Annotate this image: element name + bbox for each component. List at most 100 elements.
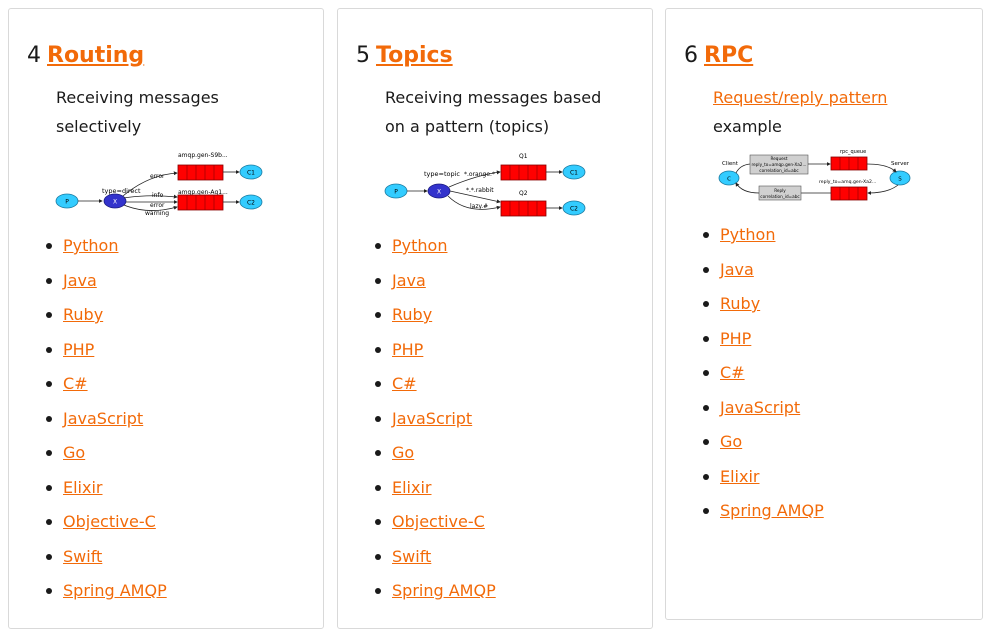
bullet	[375, 381, 381, 387]
language-link[interactable]: Elixir	[63, 478, 103, 498]
exchange-label: X	[437, 189, 441, 196]
tutorial-card-topics: 5 Topics Receiving messages based on a pa…	[337, 8, 653, 629]
request-label: Request	[770, 156, 787, 161]
bullet	[703, 439, 709, 445]
bullet	[375, 312, 381, 318]
language-link[interactable]: Java	[720, 260, 754, 280]
language-link[interactable]: Spring AMQP	[720, 501, 824, 521]
language-link[interactable]: Go	[392, 443, 414, 463]
bullet	[375, 519, 381, 525]
tutorial-description: Request/reply pattern example	[713, 83, 887, 141]
language-link[interactable]: Ruby	[392, 305, 432, 325]
request-reply-pattern-link[interactable]: Request/reply pattern	[713, 88, 887, 107]
language-link[interactable]: Elixir	[392, 478, 432, 498]
language-link[interactable]: Java	[392, 271, 426, 291]
queue-name-label: amqp.gen-S9b...	[178, 152, 228, 159]
language-link[interactable]: Swift	[63, 547, 102, 567]
bullet	[375, 450, 381, 456]
language-link[interactable]: Spring AMQP	[392, 581, 496, 601]
language-link[interactable]: Python	[392, 236, 447, 256]
tutorial-title-link[interactable]: Topics	[376, 43, 453, 68]
tutorial-card-rpc: 6 RPC Request/reply pattern example Clien…	[665, 8, 983, 620]
bullet	[46, 519, 52, 525]
language-link[interactable]: Elixir	[720, 467, 760, 487]
bullet	[703, 335, 709, 342]
tutorial-title-link[interactable]: Routing	[47, 43, 144, 68]
description-line: on a pattern (topics)	[385, 117, 550, 136]
bullet	[703, 266, 709, 273]
tutorial-title-link[interactable]: RPC	[704, 43, 753, 68]
binding-key-label: *.*.rabbit	[466, 187, 494, 194]
queue-1	[500, 164, 547, 181]
description-line: selectively	[56, 117, 142, 136]
card-title: 4 Routing	[27, 43, 144, 68]
language-link[interactable]: C#	[720, 363, 745, 383]
reply-queue	[830, 186, 868, 201]
bullet	[375, 243, 381, 249]
language-link[interactable]: Objective-C	[392, 512, 485, 532]
description-line: Receiving messages	[56, 88, 219, 107]
bullet	[46, 415, 52, 422]
language-link[interactable]: Ruby	[63, 305, 103, 325]
language-link[interactable]: Go	[63, 443, 85, 463]
bullet	[46, 484, 52, 491]
exchange-type-label: type=direct	[102, 187, 141, 195]
language-link[interactable]: C#	[63, 374, 88, 394]
request-message-box: Request reply_to=amqp.gen-Xa2... correla…	[749, 154, 809, 175]
bullet	[375, 346, 381, 353]
language-link[interactable]: Python	[63, 236, 118, 256]
consumer-label: C1	[570, 170, 578, 177]
language-link[interactable]: C#	[392, 374, 417, 394]
producer-label: P	[65, 199, 69, 206]
reply-queue-label: reply_to=amq.gen-Xa2...	[819, 179, 876, 185]
language-link[interactable]: Python	[720, 225, 775, 245]
server-node-label: S	[898, 177, 902, 183]
routing-diagram: P X type=direct error info error warning…	[55, 152, 263, 217]
queue-name-label: Q2	[519, 190, 528, 197]
rpc-queue-label: rpc_queue	[840, 149, 866, 155]
tutorial-number: 5	[356, 43, 370, 68]
description-line: Receiving messages based	[385, 88, 602, 107]
language-link[interactable]: PHP	[720, 329, 751, 349]
language-link[interactable]: PHP	[392, 340, 423, 360]
binding-key-label: info	[152, 192, 164, 199]
queue-1	[177, 164, 224, 181]
request-reply-to: reply_to=amqp.gen-Xa2...	[752, 162, 807, 167]
bullet	[703, 370, 709, 376]
bullet	[703, 473, 709, 480]
bullet	[703, 301, 709, 307]
description-line: example	[713, 117, 782, 136]
bullet	[46, 277, 52, 284]
client-node-label: C	[727, 177, 731, 183]
language-link[interactable]: Spring AMQP	[63, 581, 167, 601]
binding-key-label: lazy.#	[470, 203, 488, 210]
topics-diagram: P X type=topic *.orange.* *.*.rabbit laz…	[384, 153, 586, 217]
tutorial-number: 4	[27, 43, 41, 68]
language-link[interactable]: JavaScript	[720, 398, 800, 418]
language-link[interactable]: Objective-C	[63, 512, 156, 532]
rpc-queue	[830, 156, 868, 171]
bullet	[375, 588, 381, 594]
bullet	[46, 312, 52, 318]
server-label: Server	[891, 161, 910, 167]
bullet	[46, 381, 52, 387]
language-link[interactable]: Java	[63, 271, 97, 291]
client-label: Client	[722, 161, 739, 167]
language-link[interactable]: PHP	[63, 340, 94, 360]
bullet	[703, 508, 709, 514]
bullet	[375, 415, 381, 422]
bullet	[375, 484, 381, 491]
bullet	[46, 553, 52, 560]
language-link[interactable]: JavaScript	[392, 409, 472, 429]
language-link[interactable]: Go	[720, 432, 742, 452]
language-link[interactable]: JavaScript	[63, 409, 143, 429]
language-link[interactable]: Swift	[392, 547, 431, 567]
card-title: 6 RPC	[684, 43, 753, 68]
bullet	[46, 346, 52, 353]
binding-key-label: *.orange.*	[464, 171, 495, 178]
exchange-label: X	[113, 199, 117, 206]
language-link[interactable]: Ruby	[720, 294, 760, 314]
tutorial-card-routing: 4 Routing Receiving messages selectively …	[8, 8, 324, 629]
queue-2	[500, 200, 547, 217]
bullet	[703, 404, 709, 411]
